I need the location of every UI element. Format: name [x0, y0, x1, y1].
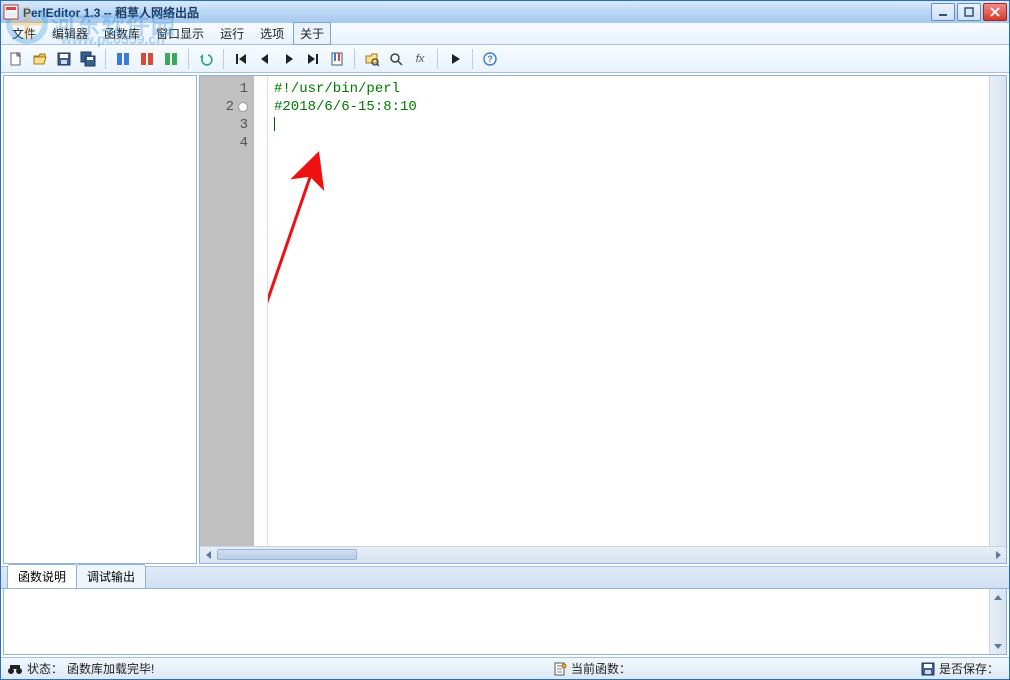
annotation-arrow — [268, 76, 1006, 546]
statusbar: 状态： 函数库加载完毕! 当前函数： 是否保存： — [1, 657, 1009, 679]
tab-debug-output[interactable]: 调试输出 — [76, 564, 146, 588]
titlebar[interactable]: PerlEditor 1.3 -- 稻草人网络出品 — [1, 1, 1009, 23]
scroll-track[interactable] — [217, 547, 989, 563]
code-area[interactable]: #!/usr/bin/perl #2018/6/6-15:8:10 — [268, 76, 989, 546]
find-button[interactable] — [385, 48, 407, 70]
line-number: 3 — [240, 116, 254, 134]
next-button[interactable] — [278, 48, 300, 70]
bottom-vertical-scrollbar[interactable] — [989, 589, 1006, 654]
binoculars-icon — [7, 662, 23, 676]
save-icon — [921, 662, 935, 676]
document-icon — [553, 662, 567, 676]
bottom-tabs: 函数说明 调试输出 — [1, 567, 1009, 589]
close-button[interactable] — [983, 3, 1007, 21]
toolbar-separator — [188, 49, 189, 69]
open-file-button[interactable] — [29, 48, 51, 70]
toolbar-separator — [437, 49, 438, 69]
grid-green-button[interactable] — [160, 48, 182, 70]
window-controls — [931, 3, 1007, 21]
fx-label: fx — [414, 53, 427, 65]
saved-label: 是否保存： — [939, 660, 999, 677]
line-number-gutter[interactable]: 1 2 3 4 — [200, 76, 254, 546]
status-cell: 状态： 函数库加载完毕! — [7, 660, 154, 677]
side-panel[interactable] — [3, 75, 197, 564]
undo-button[interactable] — [195, 48, 217, 70]
bottom-content[interactable] — [4, 589, 989, 654]
toolbar-separator — [105, 49, 106, 69]
menu-about[interactable]: 关于 — [293, 22, 331, 45]
status-value: 函数库加载完毕! — [67, 660, 154, 677]
toolbar-separator — [472, 49, 473, 69]
scroll-down-icon[interactable] — [990, 637, 1006, 654]
current-function-label: 当前函数： — [571, 660, 631, 677]
scroll-left-icon[interactable] — [200, 547, 217, 563]
code-line: #2018/6/6-15:8:10 — [274, 98, 983, 116]
window-title: PerlEditor 1.3 -- 稻草人网络出品 — [23, 4, 931, 21]
menu-editor[interactable]: 编辑器 — [45, 22, 95, 45]
saved-cell: 是否保存： — [921, 660, 1003, 677]
bookmark-button[interactable] — [326, 48, 348, 70]
prev-button[interactable] — [254, 48, 276, 70]
menu-functionlib[interactable]: 函数库 — [97, 22, 147, 45]
help-button[interactable]: ? — [479, 48, 501, 70]
minimize-button[interactable] — [931, 3, 955, 21]
code-line — [274, 116, 983, 134]
first-button[interactable] — [230, 48, 252, 70]
editor-vertical-scrollbar[interactable] — [989, 76, 1006, 546]
bottom-panel: 函数说明 调试输出 — [1, 567, 1009, 657]
app-window: PerlEditor 1.3 -- 稻草人网络出品 文件 编辑器 函数库 窗口显… — [0, 0, 1010, 680]
last-button[interactable] — [302, 48, 324, 70]
text-caret — [274, 117, 275, 131]
svg-text:?: ? — [487, 54, 493, 64]
save-button[interactable] — [53, 48, 75, 70]
code-line: #!/usr/bin/perl — [274, 80, 983, 98]
tab-function-description[interactable]: 函数说明 — [7, 564, 77, 588]
menu-windowdisplay[interactable]: 窗口显示 — [149, 22, 211, 45]
menu-run[interactable]: 运行 — [213, 22, 251, 45]
editor-horizontal-scrollbar[interactable] — [200, 546, 1006, 563]
scroll-up-icon[interactable] — [990, 589, 1006, 606]
scroll-right-icon[interactable] — [989, 547, 1006, 563]
main-area: 1 2 3 4 #!/usr/bin/perl #2018/6/6-15:8:1… — [1, 73, 1009, 567]
line-number: 1 — [240, 80, 254, 98]
find-folder-button[interactable] — [361, 48, 383, 70]
run-button[interactable] — [444, 48, 466, 70]
scroll-thumb[interactable] — [217, 549, 357, 560]
breakpoint-icon[interactable] — [238, 102, 248, 112]
editor-panel: 1 2 3 4 #!/usr/bin/perl #2018/6/6-15:8:1… — [199, 75, 1007, 564]
fold-margin[interactable] — [254, 76, 268, 546]
toolbar: fx ? — [1, 45, 1009, 73]
new-file-button[interactable] — [5, 48, 27, 70]
maximize-button[interactable] — [957, 3, 981, 21]
menu-file[interactable]: 文件 — [5, 22, 43, 45]
app-icon — [3, 4, 19, 20]
editor-body: 1 2 3 4 #!/usr/bin/perl #2018/6/6-15:8:1… — [200, 76, 1006, 546]
menu-options[interactable]: 选项 — [253, 22, 291, 45]
toolbar-separator — [223, 49, 224, 69]
grid-blue-button[interactable] — [112, 48, 134, 70]
toolbar-separator — [354, 49, 355, 69]
grid-red-button[interactable] — [136, 48, 158, 70]
current-function-cell: 当前函数： — [553, 660, 635, 677]
status-label: 状态： — [27, 660, 63, 677]
function-button[interactable]: fx — [409, 48, 431, 70]
save-all-button[interactable] — [77, 48, 99, 70]
line-number: 4 — [240, 134, 254, 152]
menubar: 文件 编辑器 函数库 窗口显示 运行 选项 关于 — [1, 23, 1009, 45]
bottom-body — [3, 589, 1007, 655]
line-number: 2 — [226, 98, 254, 116]
